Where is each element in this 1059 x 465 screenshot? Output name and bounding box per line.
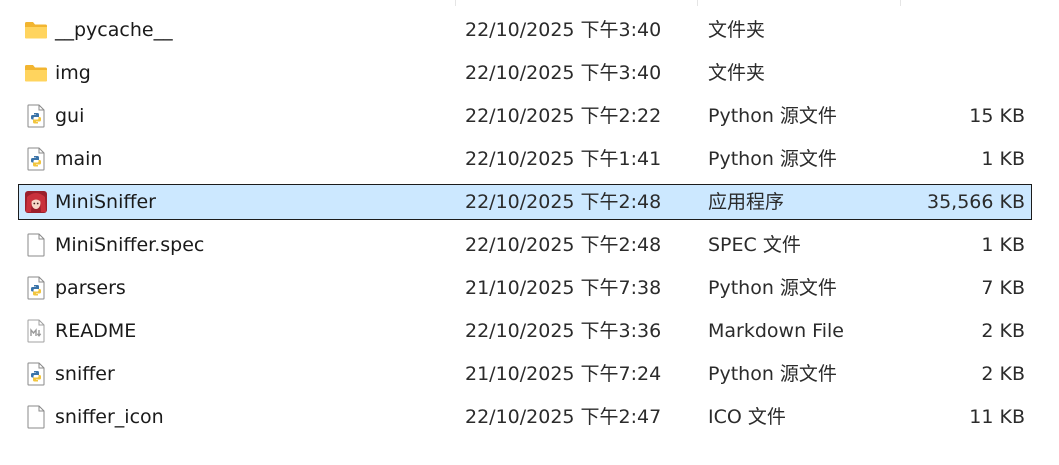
file-size: 1 KB <box>981 148 1025 170</box>
file-row-parsers[interactable]: parsers 21/10/2025 下午7:38 Python 源文件 7 K… <box>18 270 1032 306</box>
file-type: Python 源文件 <box>708 105 837 127</box>
file-name: MiniSniffer.spec <box>55 234 205 256</box>
file-type: 应用程序 <box>708 191 785 213</box>
file-row-minisniffer-spec[interactable]: MiniSniffer.spec 22/10/2025 下午2:48 SPEC … <box>18 227 1032 263</box>
column-divider[interactable] <box>900 0 901 6</box>
file-name: main <box>55 148 103 170</box>
file-date-modified: 22/10/2025 下午2:22 <box>465 105 662 127</box>
file-type: Python 源文件 <box>708 148 837 170</box>
file-name: parsers <box>55 277 126 299</box>
folder-icon <box>23 55 49 91</box>
file-type: Python 源文件 <box>708 363 837 385</box>
file-size: 2 KB <box>981 363 1025 385</box>
file-date-modified: 21/10/2025 下午7:38 <box>465 277 662 299</box>
file-name: MiniSniffer <box>55 191 156 213</box>
file-size: 7 KB <box>981 277 1025 299</box>
file-name: gui <box>55 105 85 127</box>
file-row-sniffer[interactable]: sniffer 21/10/2025 下午7:24 Python 源文件 2 K… <box>18 356 1032 392</box>
file-date-modified: 22/10/2025 下午2:47 <box>465 406 662 428</box>
file-date-modified: 22/10/2025 下午3:36 <box>465 320 662 342</box>
file-date-modified: 22/10/2025 下午2:48 <box>465 191 662 213</box>
file-date-modified: 22/10/2025 下午2:48 <box>465 234 662 256</box>
file-name: __pycache__ <box>55 19 173 41</box>
file-row-minisniffer[interactable]: MiniSniffer 22/10/2025 下午2:48 应用程序 35,56… <box>18 184 1032 220</box>
blank-file-icon <box>23 399 49 435</box>
file-row-gui[interactable]: gui 22/10/2025 下午2:22 Python 源文件 15 KB <box>18 98 1032 134</box>
file-type: 文件夹 <box>708 19 766 41</box>
file-size: 11 KB <box>969 406 1025 428</box>
file-date-modified: 22/10/2025 下午1:41 <box>465 148 662 170</box>
file-size: 2 KB <box>981 320 1025 342</box>
folder-icon <box>23 12 49 48</box>
file-row-sniffer-icon[interactable]: sniffer_icon 22/10/2025 下午2:47 ICO 文件 11… <box>18 399 1032 435</box>
column-divider[interactable] <box>455 0 456 6</box>
file-type: SPEC 文件 <box>708 234 801 256</box>
file-type: Markdown File <box>708 320 844 342</box>
file-row-img[interactable]: img 22/10/2025 下午3:40 文件夹 <box>18 55 1032 91</box>
column-divider[interactable] <box>697 0 698 6</box>
file-type: ICO 文件 <box>708 406 786 428</box>
file-row-readme[interactable]: README 22/10/2025 下午3:36 Markdown File 2… <box>18 313 1032 349</box>
file-name: sniffer_icon <box>55 406 164 428</box>
python-file-icon <box>23 98 49 134</box>
file-name: img <box>55 62 91 84</box>
python-file-icon <box>23 356 49 392</box>
file-date-modified: 22/10/2025 下午3:40 <box>465 19 662 41</box>
file-row-pycache[interactable]: __pycache__ 22/10/2025 下午3:40 文件夹 <box>18 12 1032 48</box>
file-type: Python 源文件 <box>708 277 837 299</box>
file-date-modified: 21/10/2025 下午7:24 <box>465 363 662 385</box>
file-date-modified: 22/10/2025 下午3:40 <box>465 62 662 84</box>
app-icon <box>23 184 49 220</box>
file-size: 35,566 KB <box>926 191 1025 213</box>
file-type: 文件夹 <box>708 62 766 84</box>
file-name: sniffer <box>55 363 115 385</box>
python-file-icon <box>23 141 49 177</box>
file-list: __pycache__ 22/10/2025 下午3:40 文件夹 img 22… <box>0 0 1059 465</box>
file-rows: __pycache__ 22/10/2025 下午3:40 文件夹 img 22… <box>18 12 1032 442</box>
file-size: 1 KB <box>981 234 1025 256</box>
file-name: README <box>55 320 137 342</box>
file-size: 15 KB <box>969 105 1025 127</box>
blank-file-icon <box>23 227 49 263</box>
file-row-main[interactable]: main 22/10/2025 下午1:41 Python 源文件 1 KB <box>18 141 1032 177</box>
markdown-file-icon <box>23 313 49 349</box>
python-file-icon <box>23 270 49 306</box>
